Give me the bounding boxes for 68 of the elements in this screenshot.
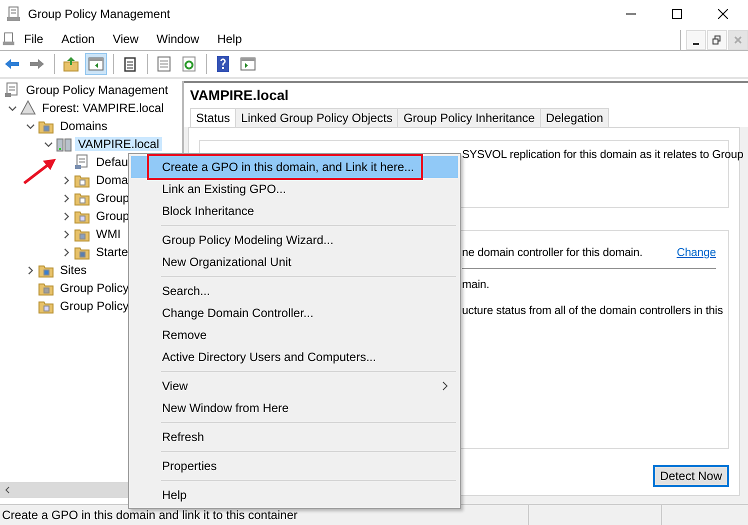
tab[interactable]: Linked Group Policy Objects [235, 108, 398, 127]
tree-tool[interactable] [85, 53, 107, 75]
menu-item[interactable]: View [131, 375, 458, 397]
menu-item[interactable]: Action [61, 32, 95, 46]
tree-item[interactable]: Group Policy Management [23, 83, 172, 97]
restore-button[interactable] [707, 30, 727, 50]
status-text: ucture status from all of the domain controllers in this [462, 305, 723, 317]
menu-item[interactable]: Help [131, 484, 458, 506]
maximize-icon[interactable] [672, 9, 682, 19]
tree-item[interactable]: Starte [93, 245, 132, 259]
menu-item[interactable]: Create a GPO in this domain, and Link it here... [131, 156, 458, 178]
menu-item[interactable]: View [112, 32, 138, 46]
menu-item[interactable]: Group Policy Modeling Wizard... [131, 229, 458, 251]
tree-item[interactable]: WMI [93, 227, 124, 241]
menu-item[interactable]: New Organizational Unit [131, 251, 458, 273]
change-link[interactable]: Change [676, 247, 716, 259]
status-bar-text: Create a GPO in this domain and link it to this container [1, 508, 298, 522]
tree-item[interactable]: Defau [93, 155, 132, 169]
tree-item[interactable]: VAMPIRE.local [75, 137, 162, 151]
tree-item[interactable]: Group Policy [57, 281, 132, 295]
tab[interactable]: Status [190, 108, 236, 127]
tree-item[interactable]: Group Policy [57, 299, 132, 313]
menu-item[interactable]: Block Inheritance [131, 200, 458, 222]
chevron-icon[interactable] [62, 194, 70, 202]
tab[interactable]: Delegation [540, 108, 610, 127]
menu-item[interactable]: Properties [131, 455, 458, 477]
triangle-icon [20, 100, 36, 116]
minimize-button[interactable] [686, 30, 706, 50]
chevron-icon[interactable] [26, 266, 34, 274]
tree-item[interactable]: Domains [57, 119, 110, 133]
menu-item[interactable]: Refresh [131, 426, 458, 448]
document-icon [74, 154, 90, 170]
chevron-icon[interactable] [26, 122, 34, 130]
console-icon [6, 6, 22, 22]
close-icon [733, 35, 743, 45]
chevron-icon[interactable] [62, 212, 70, 220]
menu-item[interactable]: Search... [131, 280, 458, 302]
tab[interactable]: Group Policy Inheritance [397, 108, 541, 127]
chevron-icon[interactable] [62, 230, 70, 238]
restore-icon [712, 35, 722, 45]
menu-item[interactable]: Window [156, 32, 200, 46]
menu-item[interactable]: Link an Existing GPO... [131, 178, 458, 200]
chevron-icon[interactable] [62, 248, 70, 256]
tree-item[interactable]: Forest: VAMPIRE.local [39, 101, 167, 115]
menu-item[interactable]: File [24, 32, 44, 46]
tree-item[interactable]: Sites [57, 263, 90, 277]
close-icon[interactable] [718, 9, 728, 19]
caret-icon [442, 381, 448, 391]
chevron-icon[interactable] [44, 140, 52, 148]
chevron-icon[interactable] [62, 176, 70, 184]
controller-text: ne domain controller for this domain. [462, 247, 643, 259]
pane-heading: VAMPIRE.local [184, 83, 748, 105]
menu-item[interactable]: New Window from Here [131, 397, 458, 419]
menu-item[interactable]: Active Directory Users and Computers... [131, 346, 458, 368]
status-text: main. [462, 279, 490, 291]
window-title: Group Policy Management [28, 7, 170, 21]
document-icon [4, 82, 20, 98]
menu-item[interactable]: Help [217, 32, 242, 46]
menu-item[interactable]: Change Domain Controller... [131, 302, 458, 324]
detect-now-button[interactable]: Detect Now [652, 465, 729, 487]
server-icon [56, 136, 72, 152]
intro-text: SYSVOL replication for this domain as it relates to Group [462, 149, 744, 161]
tree-item[interactable]: Doma [93, 173, 132, 187]
forward-arrow-icon [29, 56, 45, 72]
back-arrow-icon [4, 56, 20, 72]
minimize-icon [693, 43, 699, 45]
chevron-icon[interactable] [8, 104, 16, 112]
menu-item[interactable]: Remove [131, 324, 458, 346]
